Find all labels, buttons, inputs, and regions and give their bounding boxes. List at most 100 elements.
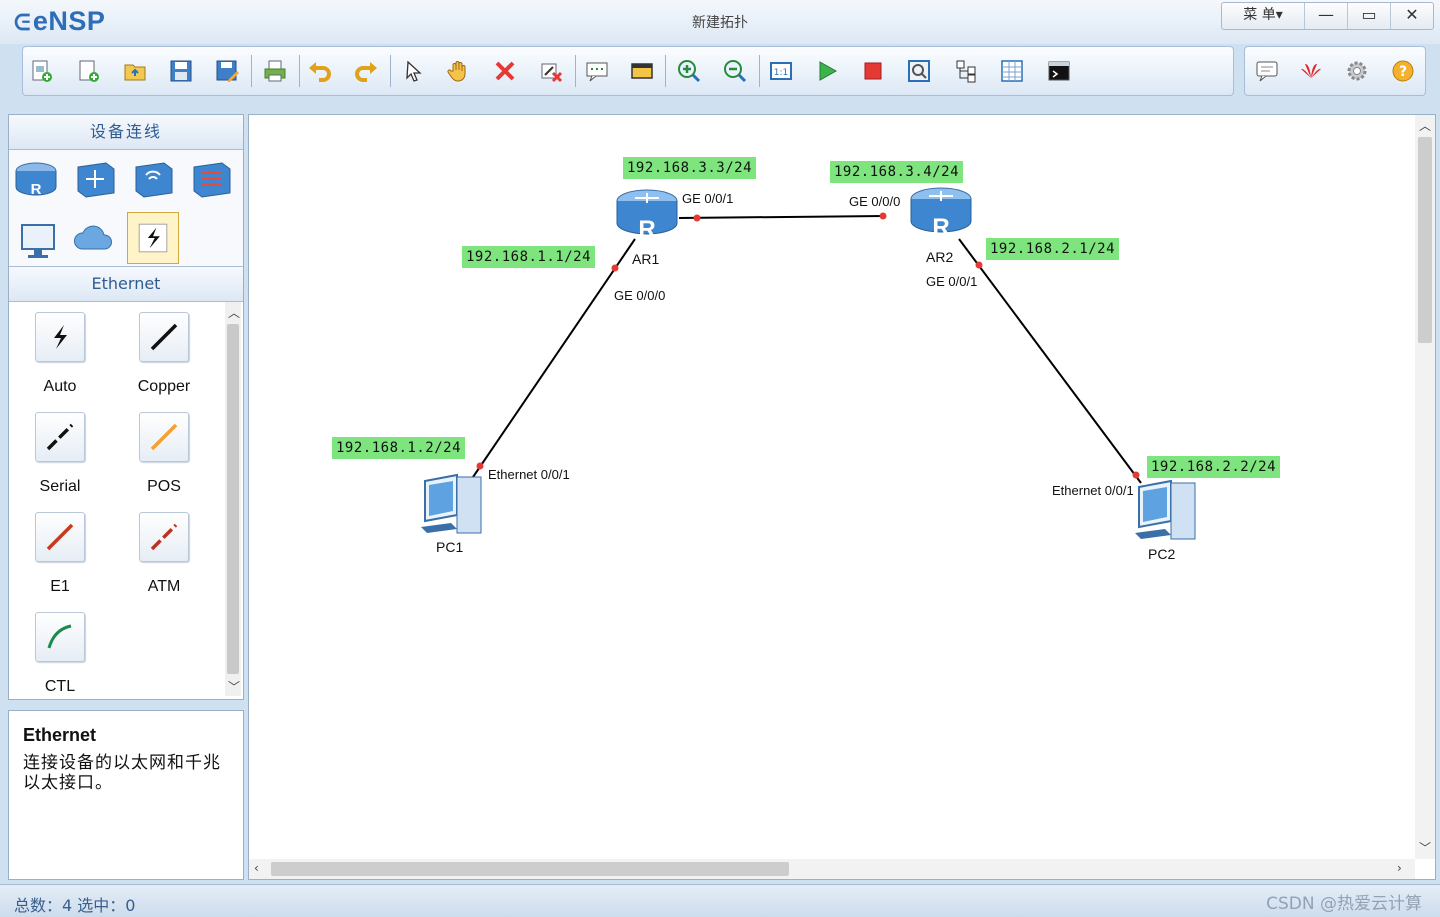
stop-device-icon[interactable] [859, 57, 887, 85]
huawei-logo-icon[interactable] [1297, 57, 1325, 85]
zoom-out-icon[interactable] [721, 57, 749, 85]
canvas-hscroll-thumb[interactable] [271, 862, 789, 876]
chevron-up-icon[interactable]: ︿ [1419, 117, 1431, 134]
chevron-left-icon[interactable]: ‹ [254, 861, 259, 875]
chevron-up-icon[interactable]: ︿ [228, 304, 240, 321]
cable-section-title: Ethernet [9, 266, 243, 302]
copper-cable-icon [150, 323, 178, 351]
canvas-vscroll-thumb[interactable] [1418, 137, 1432, 343]
port-label-pc1-eth001: Ethernet 0/0/1 [488, 467, 570, 482]
ip-label-ar2-ge000[interactable]: 192.168.3.4/24 [830, 161, 964, 183]
port-label-ar1-ge001: GE 0/0/1 [682, 191, 734, 206]
canvas-vertical-scrollbar[interactable]: ︿ ﹀ [1415, 115, 1435, 859]
cable-copper[interactable]: Copper [119, 312, 209, 396]
pos-cable-icon [150, 423, 178, 451]
chevron-down-icon[interactable]: ﹀ [1419, 839, 1431, 856]
ip-label-ar2-ge001[interactable]: 192.168.2.1/24 [986, 238, 1120, 260]
auto-cable-icon [54, 325, 67, 349]
new-lab-icon[interactable] [74, 57, 102, 85]
chevron-down-icon[interactable]: ﹀ [228, 678, 240, 695]
select-icon[interactable] [399, 57, 427, 85]
cable-list-scrollbar[interactable]: ︿ ﹀ [225, 302, 241, 696]
settings-icon[interactable] [1343, 57, 1371, 85]
description-title: Ethernet [23, 725, 97, 745]
window-controls: 菜 单▾ — ▭ ✕ [1221, 2, 1434, 30]
connection-icon[interactable] [127, 212, 179, 264]
menu-button[interactable]: 菜 单▾ [1222, 3, 1304, 29]
port-label-ar1-ge000: GE 0/0/0 [614, 288, 666, 303]
device-category-grid: R [9, 150, 243, 266]
router-ar2-icon[interactable]: R [910, 187, 972, 241]
save-icon[interactable] [167, 57, 195, 85]
switch-icon[interactable] [71, 156, 117, 202]
status-bar: 总数：4 选中：0 CSDN @热爱云计算 [0, 884, 1440, 917]
pc-icon[interactable] [15, 216, 61, 262]
start-device-icon[interactable] [813, 57, 841, 85]
e1-cable-icon [46, 523, 74, 551]
topology-canvas[interactable]: R R 192.168.3.3/24 192.168.3.4/24 192.16… [248, 114, 1436, 880]
chat-icon[interactable] [1253, 57, 1281, 85]
main-toolbar: 1:1 [22, 46, 1234, 96]
grid-icon[interactable] [998, 57, 1026, 85]
maximize-button[interactable]: ▭ [1347, 3, 1390, 29]
cable-serial[interactable]: Serial [15, 412, 105, 496]
add-note-icon[interactable] [583, 57, 611, 85]
save-as-icon[interactable] [213, 57, 241, 85]
pan-hand-icon[interactable] [445, 57, 473, 85]
ip-label-ar1-ge000[interactable]: 192.168.1.1/24 [462, 246, 596, 268]
device-panel: 设备连线 R Ethernet Auto Copper Serial POS E… [8, 114, 244, 700]
link-ar1-ar2[interactable] [678, 215, 885, 219]
cloud-icon[interactable] [71, 216, 117, 262]
cable-list-scroll-thumb[interactable] [227, 324, 239, 674]
wireless-icon[interactable] [129, 156, 175, 202]
description-panel: Ethernet 连接设备的以太网和千兆以太接口。 [8, 710, 244, 880]
cable-atm[interactable]: ATM [119, 512, 209, 596]
canvas-horizontal-scrollbar[interactable]: ‹ › [249, 859, 1415, 879]
cable-e1[interactable]: E1 [15, 512, 105, 596]
console-icon[interactable] [1045, 57, 1073, 85]
cable-ctl[interactable]: CTL [15, 612, 105, 696]
atm-cable-icon [150, 523, 178, 551]
device-label-pc1: PC1 [436, 539, 464, 555]
cable-pos[interactable]: POS [119, 412, 209, 496]
cable-auto[interactable]: Auto [15, 312, 105, 396]
cable-list: Auto Copper Serial POS E1 ATM CTL ︿ ﹀ [9, 302, 243, 698]
port-label-ar2-ge000: GE 0/0/0 [849, 194, 901, 209]
pc2-icon[interactable] [1135, 479, 1196, 540]
fit-view-icon[interactable]: 1:1 [767, 57, 795, 85]
firewall-icon[interactable] [187, 156, 233, 202]
palette-icon[interactable] [628, 57, 656, 85]
device-label-ar2: AR2 [926, 249, 954, 265]
delete-icon[interactable] [491, 57, 519, 85]
port-dot [476, 462, 484, 470]
capture-icon[interactable] [905, 57, 933, 85]
router-ar1-icon[interactable]: R [616, 189, 678, 243]
new-topology-icon[interactable] [27, 57, 55, 85]
link-ar2-pc2[interactable] [958, 238, 1142, 484]
delete-links-icon[interactable] [537, 57, 565, 85]
svg-text:1:1: 1:1 [774, 68, 788, 78]
link-ar1-pc1[interactable] [470, 238, 636, 481]
port-label-pc2-eth001: Ethernet 0/0/1 [1052, 483, 1134, 498]
print-icon[interactable] [261, 57, 289, 85]
ip-label-pc1[interactable]: 192.168.1.2/24 [332, 437, 466, 459]
close-button[interactable]: ✕ [1390, 3, 1433, 29]
open-icon[interactable] [121, 57, 149, 85]
zoom-in-icon[interactable] [675, 57, 703, 85]
undo-icon[interactable] [306, 57, 334, 85]
svg-text:?: ? [1399, 64, 1407, 80]
svg-text:R: R [638, 216, 655, 243]
router-icon[interactable]: R [13, 156, 59, 202]
title-bar: ᕮeNSP 新建拓扑 菜 单▾ — ▭ ✕ [0, 0, 1440, 44]
topology-tree-icon[interactable] [952, 57, 980, 85]
help-icon[interactable]: ? [1389, 57, 1417, 85]
pc1-icon[interactable] [421, 473, 482, 534]
device-label-pc2: PC2 [1148, 546, 1176, 562]
port-label-ar2-ge001: GE 0/0/1 [926, 274, 978, 289]
ip-label-pc2[interactable]: 192.168.2.2/24 [1147, 456, 1281, 478]
minimize-button[interactable]: — [1304, 3, 1347, 29]
ip-label-ar1-ge001[interactable]: 192.168.3.3/24 [623, 157, 757, 179]
redo-icon[interactable] [352, 57, 380, 85]
chevron-right-icon[interactable]: › [1397, 861, 1402, 875]
port-dot [693, 214, 701, 222]
